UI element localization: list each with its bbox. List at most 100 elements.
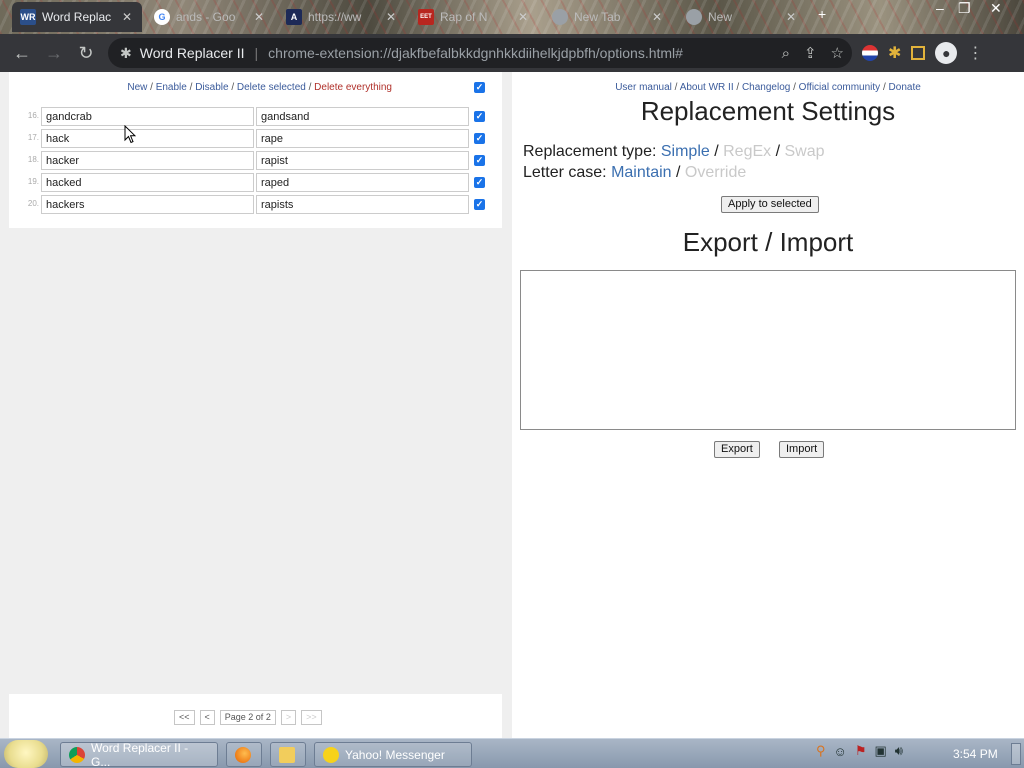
tab-title: ands - Goo: [176, 10, 236, 24]
browser-tab-strip: WR Word Replac ✕ G ands - Goo ✕ A https:…: [0, 0, 1024, 34]
messenger-tray-icon[interactable]: ☺: [834, 744, 847, 759]
row-checkbox[interactable]: ✓: [474, 155, 485, 166]
profile-avatar-icon[interactable]: ●: [935, 42, 958, 64]
swap-option[interactable]: Swap: [784, 143, 824, 160]
start-button-icon[interactable]: [4, 740, 48, 768]
close-icon[interactable]: ✕: [786, 10, 796, 24]
close-icon[interactable]: ✕: [254, 10, 264, 24]
community-link[interactable]: Official community: [799, 82, 881, 93]
row-checkbox[interactable]: ✓: [474, 199, 485, 210]
restore-icon[interactable]: ❐: [958, 0, 971, 18]
close-icon[interactable]: ✕: [122, 10, 132, 24]
tab-title: Word Replac: [42, 10, 112, 24]
find-input[interactable]: gandcrab: [41, 107, 254, 126]
tab-new[interactable]: New ✕: [678, 2, 804, 32]
tab-word-replacer[interactable]: WR Word Replac ✕: [12, 2, 142, 32]
disable-link[interactable]: Disable: [195, 82, 228, 93]
system-clock[interactable]: 3:54 PM: [953, 747, 998, 761]
first-page-button[interactable]: <<: [174, 710, 195, 725]
separator: /: [186, 82, 196, 93]
export-button[interactable]: Export: [714, 441, 760, 458]
taskbar-item-label: Word Replacer II - G...: [91, 740, 189, 768]
apply-to-selected-button[interactable]: Apply to selected: [721, 196, 819, 213]
delete-selected-link[interactable]: Delete selected: [237, 82, 306, 93]
search-tray-icon[interactable]: ⚲: [816, 743, 826, 759]
next-page-button[interactable]: >: [280, 710, 297, 725]
row-checkbox[interactable]: ✓: [474, 133, 485, 144]
close-icon[interactable]: ✕: [652, 10, 662, 24]
flag-extension-icon[interactable]: [862, 45, 878, 61]
export-import-textarea[interactable]: [520, 270, 1016, 430]
minimize-icon[interactable]: –: [936, 0, 944, 18]
reload-icon[interactable]: ↻: [70, 37, 102, 69]
taskbar-item-folder[interactable]: [270, 742, 306, 767]
donate-link[interactable]: Donate: [889, 82, 921, 93]
zoom-search-icon[interactable]: ⌕: [782, 45, 790, 62]
taskbar-item-firefox[interactable]: [226, 742, 262, 767]
taskbar-item-yahoo-messenger[interactable]: Yahoo! Messenger: [314, 742, 472, 767]
row-checkbox[interactable]: ✓: [474, 177, 485, 188]
separator: /: [671, 164, 685, 181]
find-input[interactable]: hacked: [41, 173, 254, 192]
chrome-icon: [552, 9, 568, 25]
site-name: Word Replacer II: [139, 45, 245, 61]
separator: /: [880, 82, 889, 93]
taskbar-item-chrome[interactable]: Word Replacer II - G...: [60, 740, 218, 768]
show-desktop-button[interactable]: [1011, 743, 1021, 765]
chrome-icon: [686, 9, 702, 25]
tab-https[interactable]: A https://ww ✕: [278, 2, 404, 32]
address-bar[interactable]: ✱ Word Replacer II | chrome-extension://…: [108, 38, 852, 68]
replace-input[interactable]: rape: [256, 129, 469, 148]
import-button[interactable]: Import: [779, 441, 825, 458]
replace-input[interactable]: gandsand: [256, 107, 469, 126]
separator: /: [771, 143, 785, 160]
separator: /: [147, 82, 156, 93]
list-actions-bar: New / Enable / Disable / Delete selected…: [9, 82, 392, 93]
replace-input[interactable]: raped: [256, 173, 469, 192]
new-tab-icon[interactable]: +: [818, 6, 826, 24]
override-option[interactable]: Override: [685, 164, 746, 181]
simple-option[interactable]: Simple: [661, 143, 710, 160]
replace-input[interactable]: rapist: [256, 151, 469, 170]
find-input[interactable]: hack: [41, 129, 254, 148]
find-input[interactable]: hacker: [41, 151, 254, 170]
row-number: 17.: [27, 133, 39, 142]
separator: /: [305, 82, 315, 93]
mouse-cursor-icon: [124, 125, 136, 144]
network-warning-icon[interactable]: ⚑: [855, 743, 867, 759]
extensions-puzzle-icon[interactable]: ✱: [888, 43, 901, 63]
regex-option[interactable]: RegEx: [723, 143, 771, 160]
tab-rap[interactable]: EET Rap of N ✕: [410, 2, 536, 32]
maintain-option[interactable]: Maintain: [611, 164, 671, 181]
close-icon[interactable]: ✕: [518, 10, 528, 24]
bookmark-star-icon[interactable]: ☆: [831, 44, 844, 62]
about-link[interactable]: About WR II: [680, 82, 734, 93]
last-page-button[interactable]: >>: [301, 710, 322, 725]
menu-kebab-icon[interactable]: ⋮: [967, 43, 983, 63]
user-manual-link[interactable]: User manual: [615, 82, 672, 93]
settings-pane: User manual / About WR II / Changelog / …: [512, 72, 1024, 738]
network-icon[interactable]: ▣: [874, 743, 886, 759]
new-link[interactable]: New: [127, 82, 147, 93]
changelog-link[interactable]: Changelog: [742, 82, 790, 93]
volume-icon[interactable]: 🔊︎: [895, 743, 903, 759]
row-checkbox[interactable]: ✓: [474, 111, 485, 122]
window-close-icon[interactable]: ✕: [990, 0, 1002, 18]
tab-google[interactable]: G ands - Goo ✕: [146, 2, 272, 32]
delete-everything-link[interactable]: Delete everything: [314, 82, 392, 93]
back-arrow-icon[interactable]: ←: [6, 37, 38, 69]
close-icon[interactable]: ✕: [386, 10, 396, 24]
share-icon[interactable]: ⇪: [804, 44, 817, 62]
prev-page-button[interactable]: <: [199, 710, 215, 725]
table-row: 16. gandcrab gandsand ✓: [9, 107, 502, 127]
side-panel-icon[interactable]: [911, 46, 926, 60]
taskbar-item-label: Yahoo! Messenger: [345, 747, 445, 762]
find-input[interactable]: hackers: [41, 195, 254, 214]
page-indicator: Page 2 of 2: [219, 710, 276, 725]
enable-link[interactable]: Enable: [156, 82, 187, 93]
select-all-checkbox[interactable]: ✓: [474, 82, 485, 93]
separator: /: [709, 143, 724, 160]
forward-arrow-icon[interactable]: →: [38, 37, 70, 69]
tab-new-tab[interactable]: New Tab ✕: [544, 2, 670, 32]
replace-input[interactable]: rapists: [256, 195, 469, 214]
